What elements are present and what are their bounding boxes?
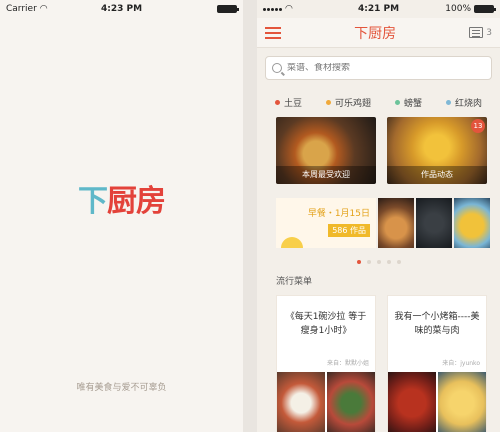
search-icon	[272, 63, 282, 73]
activity-feed-card[interactable]: 13 作品动态	[387, 117, 487, 184]
tag-item[interactable]: 土豆	[274, 96, 302, 109]
menu-card[interactable]: 我有一个小烤箱----美味的菜与肉 来自：jyunko	[387, 295, 487, 432]
hot-tags: 土豆 可乐鸡翅 螃蟹 红烧肉	[257, 80, 500, 117]
breakfast-photo	[454, 198, 490, 248]
breakfast-info: 早餐・1月15日 586 作品	[276, 198, 376, 248]
wifi-icon: ◠	[285, 4, 293, 14]
tag-label: 土豆	[283, 99, 302, 109]
logo-char-3: 房	[136, 184, 166, 219]
app-logo: 下厨房	[0, 176, 243, 220]
slogan: 唯有美食与爱不可辜负	[76, 383, 167, 393]
search-input[interactable]	[287, 63, 485, 73]
notification-badge: 13	[471, 119, 485, 133]
menu-icon[interactable]	[265, 26, 281, 39]
menu-photos	[277, 372, 375, 432]
battery-icon	[217, 5, 239, 13]
section-title: 流行菜单	[276, 277, 313, 287]
menu-title: 我有一个小烤箱----美味的菜与肉	[394, 312, 480, 336]
logo-char-2: 厨	[107, 184, 137, 219]
status-bar: Carrier ◠ 4:23 PM	[0, 0, 243, 18]
menu-photos	[388, 372, 486, 432]
tag-label: 红烧肉	[454, 99, 482, 109]
battery-icon	[474, 5, 496, 13]
tag-dot	[274, 100, 280, 105]
tag-dot	[445, 100, 451, 105]
splash-screen: Carrier ◠ 4:23 PM 下厨房 唯有美食与爱不可辜负	[0, 0, 243, 432]
sun-icon	[281, 237, 303, 248]
breakfast-photo	[378, 198, 414, 248]
weekly-popular-card[interactable]: 本周最受欢迎	[276, 117, 376, 184]
breakfast-photo	[416, 198, 452, 248]
tag-item[interactable]: 可乐鸡翅	[325, 96, 371, 109]
card-caption: 作品动态	[387, 166, 487, 184]
battery-info: 100%	[445, 4, 496, 14]
wifi-icon: ◠	[39, 4, 48, 14]
signal-info: ◠	[263, 4, 293, 14]
menu-card[interactable]: 《每天1碗沙拉 等于瘦身1小时》 来自：默默小姐	[276, 295, 376, 432]
battery-info	[217, 5, 239, 13]
carousel-dot[interactable]	[356, 260, 361, 264]
feature-cards: 本周最受欢迎 13 作品动态	[257, 117, 500, 184]
card-caption: 本周最受欢迎	[276, 166, 376, 184]
menu-author: 来自：默默小姐	[326, 360, 369, 367]
menu-author: 来自：jyunko	[442, 360, 480, 367]
nav-title: 下厨房	[354, 25, 397, 42]
tag-label: 可乐鸡翅	[334, 99, 371, 109]
home-screen: ◠ 4:21 PM 100% 下厨房 3 土豆 可乐鸡翅 螃蟹 红烧肉 本周最受…	[257, 0, 500, 432]
carousel-dot[interactable]	[386, 260, 391, 264]
breakfast-title: 早餐・1月15日	[307, 209, 370, 219]
tag-item[interactable]: 红烧肉	[445, 96, 482, 109]
menu-title: 《每天1碗沙拉 等于瘦身1小时》	[285, 312, 367, 336]
status-bar: ◠ 4:21 PM 100%	[257, 0, 500, 18]
shopping-list-button[interactable]: 3	[469, 27, 492, 38]
tag-item[interactable]: 螃蟹	[394, 96, 422, 109]
tag-label: 螃蟹	[403, 99, 422, 109]
carrier-info: Carrier ◠	[6, 4, 48, 14]
nav-bar: 下厨房 3	[257, 18, 500, 48]
tag-dot	[394, 100, 400, 105]
battery-percent: 100%	[445, 4, 471, 14]
carousel-dot[interactable]	[396, 260, 401, 264]
list-icon	[469, 27, 484, 38]
tag-dot	[325, 100, 331, 105]
popular-menus: 《每天1碗沙拉 等于瘦身1小时》 来自：默默小姐 我有一个小烤箱----美味的菜…	[257, 287, 500, 432]
breakfast-banner[interactable]: 早餐・1月15日 586 作品	[276, 198, 490, 248]
signal-icon	[263, 7, 282, 11]
logo-char-1: 下	[78, 184, 108, 219]
carrier-label: Carrier	[6, 4, 37, 14]
breakfast-count: 586 作品	[328, 224, 370, 237]
list-count: 3	[486, 27, 492, 38]
carousel-dot[interactable]	[366, 260, 371, 264]
search-bar[interactable]	[265, 56, 492, 80]
carousel-dot[interactable]	[376, 260, 381, 264]
